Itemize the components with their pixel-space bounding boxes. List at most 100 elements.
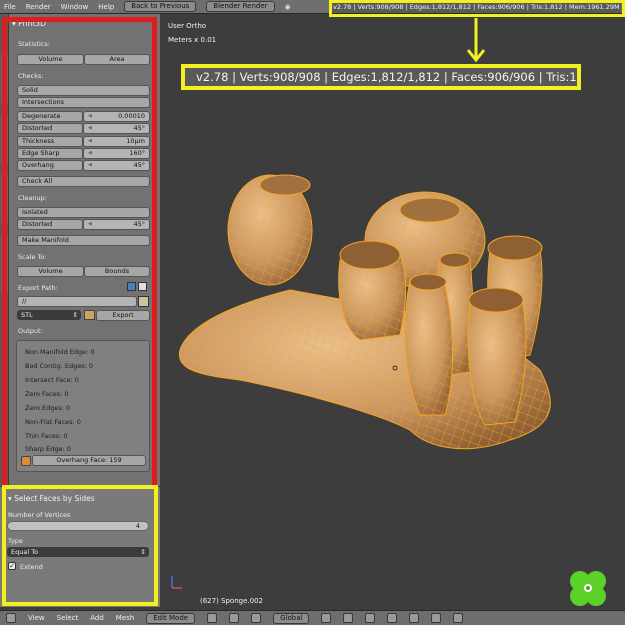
menu-view[interactable]: View — [28, 614, 45, 622]
menu-mesh[interactable]: Mesh — [116, 614, 134, 622]
tab-print3d[interactable] — [1, 234, 8, 294]
format-select[interactable]: STL ⇕ — [17, 310, 81, 320]
edge-sharp-field[interactable]: ◀ 160° — [83, 148, 150, 159]
swatch-icon[interactable] — [138, 282, 147, 291]
active-object-label: (627) Sponge.002 — [200, 597, 263, 605]
output-line: Non Manifold Edge: 0 — [25, 348, 95, 356]
degenerate-value: 0.00010 — [118, 112, 145, 120]
scale-to-label: Scale To: — [18, 253, 47, 261]
editor-type-icon[interactable] — [6, 613, 16, 623]
color-picker-icon[interactable] — [127, 282, 136, 291]
pivot-icon[interactable] — [229, 613, 240, 623]
output-box: Non Manifold Edge: 0 Bad Contig. Edges: … — [16, 340, 150, 472]
cleanup-distorted-value: 45° — [133, 220, 145, 228]
distorted-button[interactable]: Distorted — [17, 123, 83, 134]
degenerate-button[interactable]: Degenerate — [17, 111, 83, 122]
distorted-value: 45° — [133, 124, 145, 132]
overhang-button[interactable]: Overhang — [17, 160, 83, 171]
type-value: Equal To — [11, 548, 39, 556]
menu-help[interactable]: Help — [98, 3, 114, 11]
output-line: Thin Faces: 0 — [25, 432, 68, 440]
extend-label: Extend — [20, 563, 43, 571]
type-label: Type — [8, 537, 23, 545]
redo-last-panel: ▾ Select Faces by Sides Number of Vertic… — [0, 485, 160, 607]
thickness-field[interactable]: ◀ 10µm — [83, 136, 150, 147]
collapse-triangle-icon: ▾ — [8, 494, 12, 503]
export-button[interactable]: Export — [96, 310, 150, 321]
output-line: Non-Flat Faces: 0 — [25, 418, 81, 426]
make-manifold-button[interactable]: Make Manifold — [17, 235, 150, 246]
face-select-icon[interactable] — [387, 613, 398, 623]
overhang-face-button[interactable]: Overhang Face: 159 — [32, 455, 146, 466]
menu-window[interactable]: Window — [61, 3, 89, 11]
solid-button[interactable]: Solid — [17, 85, 150, 96]
edge-select-icon[interactable] — [365, 613, 376, 623]
statistics-label: Statistics: — [18, 40, 50, 48]
proportional-edit-icon[interactable] — [409, 613, 420, 623]
view-label: User Ortho — [168, 22, 207, 30]
manipulator-icon[interactable] — [251, 613, 262, 623]
output-line: Bad Contig. Edges: 0 — [25, 362, 94, 370]
render-icon[interactable] — [453, 613, 464, 623]
type-select[interactable]: Equal To ⇕ — [7, 547, 149, 557]
redo-panel-header[interactable]: ▾ Select Faces by Sides — [6, 493, 146, 505]
print3d-title: Print3D — [18, 19, 46, 28]
cleanup-distorted-field[interactable]: ◀ 45° — [83, 219, 150, 230]
menu-select[interactable]: Select — [57, 614, 79, 622]
extend-checkbox[interactable]: ✓ — [8, 562, 16, 570]
bounds-button[interactable]: Bounds — [84, 266, 150, 277]
menu-add[interactable]: Add — [90, 614, 104, 622]
tool-shelf: ▾ Print3D Statistics: Volume Area Checks… — [0, 14, 160, 607]
vertex-select-icon[interactable] — [343, 613, 354, 623]
redo-title: Select Faces by Sides — [14, 494, 95, 503]
area-button[interactable]: Area — [84, 54, 150, 65]
edge-sharp-value: 160° — [129, 149, 145, 157]
checks-label: Checks: — [18, 72, 44, 80]
print3d-panel-header[interactable]: ▾ Print3D — [10, 18, 150, 30]
mode-select[interactable]: Edit Mode — [146, 612, 196, 624]
overhang-value: 45° — [133, 161, 145, 169]
folder-icon[interactable] — [138, 296, 149, 307]
intersections-button[interactable]: Intersections — [17, 97, 150, 108]
mesh-icon — [21, 456, 31, 466]
output-line: Zero Edges: 0 — [25, 404, 71, 412]
view3d-header: View Select Add Mesh Edit Mode Global — [0, 610, 625, 625]
degenerate-field[interactable]: ◀ 0.00010 — [83, 111, 150, 122]
blender-logo-icon: ◉ — [284, 2, 291, 11]
num-vertices-slider[interactable]: 4 — [7, 521, 149, 531]
snap-icon[interactable] — [431, 613, 442, 623]
collapse-triangle-icon: ▾ — [12, 19, 16, 28]
arrow-down-icon — [466, 18, 486, 63]
tab-tools[interactable] — [1, 54, 8, 104]
export-path-value: // — [22, 297, 27, 305]
orientation-select[interactable]: Global — [273, 612, 310, 624]
scale-volume-button[interactable]: Volume — [17, 266, 84, 277]
thickness-button[interactable]: Thickness — [17, 136, 83, 147]
export-icon — [84, 310, 95, 320]
menu-file[interactable]: File — [4, 3, 16, 11]
isolated-button[interactable]: Isolated — [17, 207, 150, 218]
format-value: STL — [21, 311, 33, 319]
tab-shading[interactable] — [1, 174, 8, 224]
distorted-field[interactable]: ◀ 45° — [83, 123, 150, 134]
render-engine-select[interactable]: Blender Render — [206, 1, 275, 12]
menu-render[interactable]: Render — [26, 3, 51, 11]
edge-sharp-button[interactable]: Edge Sharp — [17, 148, 83, 159]
clover-logo-icon — [570, 571, 606, 606]
overhang-field[interactable]: ◀ 45° — [83, 160, 150, 171]
cleanup-distorted-button[interactable]: Distorted — [17, 219, 83, 230]
check-all-button[interactable]: Check All — [17, 176, 150, 187]
output-line: Zero Faces: 0 — [25, 390, 69, 398]
axis-gizmo-icon — [171, 576, 182, 589]
thickness-value: 10µm — [126, 137, 145, 145]
num-vertices-value: 4 — [135, 522, 140, 530]
shading-icon[interactable] — [207, 613, 218, 623]
layers-icon[interactable] — [321, 613, 332, 623]
tab-options[interactable] — [1, 114, 8, 164]
volume-button[interactable]: Volume — [17, 54, 84, 65]
sponge-mesh[interactable] — [170, 160, 590, 460]
export-path-field[interactable]: // — [17, 296, 137, 307]
info-header: File Render Window Help Back to Previous… — [0, 0, 625, 14]
num-vertices-label: Number of Vertices — [8, 511, 71, 519]
back-to-previous-button[interactable]: Back to Previous — [124, 1, 197, 12]
